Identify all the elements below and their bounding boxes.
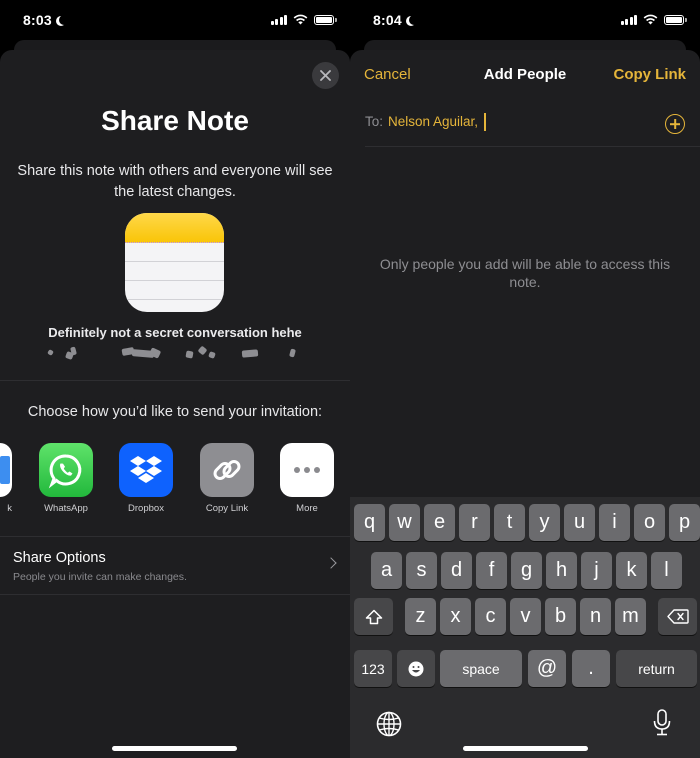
key-e[interactable]: e [424,504,455,541]
page-title: Share Note [101,105,249,136]
numbers-key[interactable]: 123 [354,650,392,687]
divider [0,594,350,595]
key-d[interactable]: d [441,552,472,589]
share-note-sheet: Share Note Share this note with others a… [0,50,350,758]
key-z[interactable]: z [405,598,436,635]
divider [0,380,350,381]
key-c[interactable]: c [475,598,506,635]
key-f[interactable]: f [476,552,507,589]
key-t[interactable]: t [494,504,525,541]
share-options-title: Share Options [13,550,106,566]
key-x[interactable]: x [440,598,471,635]
add-circle-icon[interactable] [665,114,685,134]
close-button[interactable] [312,62,339,89]
cellular-signal-icon [270,14,287,25]
space-key[interactable]: space [440,650,522,687]
moon-icon [59,15,69,25]
globe-icon[interactable] [376,711,402,737]
share-description: Share this note with others and everyone… [17,163,333,200]
share-apps-row: k WhatsApp Dropbox Copy Link More [0,443,350,523]
whatsapp-icon [39,443,93,497]
link-icon [200,443,254,497]
share-note-screen: 8:03 Share Note Share this note with oth… [0,0,350,758]
battery-full-icon [664,14,687,25]
key-o[interactable]: o [634,504,665,541]
status-time: 8:03 [23,12,64,28]
key-a[interactable]: a [371,552,402,589]
home-indicator [112,746,237,751]
close-icon [320,70,331,81]
dropbox-icon [119,443,173,497]
delete-key[interactable] [658,598,697,635]
share-app-more[interactable]: More [278,443,336,514]
recipient-token[interactable]: Nelson Aguilar, [388,114,478,129]
key-h[interactable]: h [546,552,577,589]
key-k[interactable]: k [616,552,647,589]
emoji-icon [408,661,424,676]
share-options-row[interactable]: Share Options People you invite can make… [0,537,350,594]
key-l[interactable]: l [651,552,682,589]
text-cursor [484,113,486,131]
divider [365,146,700,147]
to-label: To: [365,114,384,129]
choose-method-prompt: Choose how you’d like to send your invit… [27,404,323,420]
key-r[interactable]: r [459,504,490,541]
redacted-participants [44,345,304,360]
key-w[interactable]: w [389,504,420,541]
wifi-icon [643,14,658,25]
cellular-signal-icon [620,14,637,25]
key-j[interactable]: j [581,552,612,589]
share-app-partial[interactable]: k [0,443,14,514]
key-i[interactable]: i [599,504,630,541]
moon-icon [409,15,419,25]
partial-app-icon [0,443,12,497]
key-b[interactable]: b [545,598,576,635]
emoji-key[interactable] [397,650,435,687]
battery-full-icon [314,14,337,25]
key-q[interactable]: q [354,504,385,541]
wifi-icon [293,14,308,25]
cancel-button[interactable]: Cancel [364,66,411,83]
chevron-right-icon [325,557,337,569]
shift-key[interactable] [354,598,393,635]
status-time: 8:04 [373,12,414,28]
shift-icon [365,609,382,624]
key-y[interactable]: y [529,504,560,541]
notes-app-icon [125,213,224,312]
note-name: Definitely not a secret conversation heh… [48,325,302,340]
access-message: Only people you add will be able to acce… [379,256,671,290]
key-p[interactable]: p [669,504,700,541]
share-app-whatsapp[interactable]: WhatsApp [37,443,95,514]
copy-link-button[interactable]: Copy Link [613,66,686,83]
share-app-dropbox[interactable]: Dropbox [117,443,175,514]
backspace-icon [666,609,689,624]
status-bar: 8:04 [350,0,700,42]
period-key[interactable]: . [572,650,610,687]
to-field-row: To: Nelson Aguilar, [350,106,700,146]
key-g[interactable]: g [511,552,542,589]
microphone-icon[interactable] [652,709,672,737]
key-s[interactable]: s [406,552,437,589]
home-indicator [463,746,588,751]
key-m[interactable]: m [615,598,646,635]
more-dots-icon [280,443,334,497]
status-bar: 8:03 [0,0,350,42]
keyboard: qwertyuiop asdfghjkl zxcvbnm 123 space @… [350,497,700,758]
return-key[interactable]: return [616,650,697,687]
share-app-copy-link[interactable]: Copy Link [198,443,256,514]
key-u[interactable]: u [564,504,595,541]
key-n[interactable]: n [580,598,611,635]
at-key[interactable]: @ [528,650,566,687]
key-v[interactable]: v [510,598,541,635]
share-options-subtitle: People you invite can make changes. [13,571,187,583]
